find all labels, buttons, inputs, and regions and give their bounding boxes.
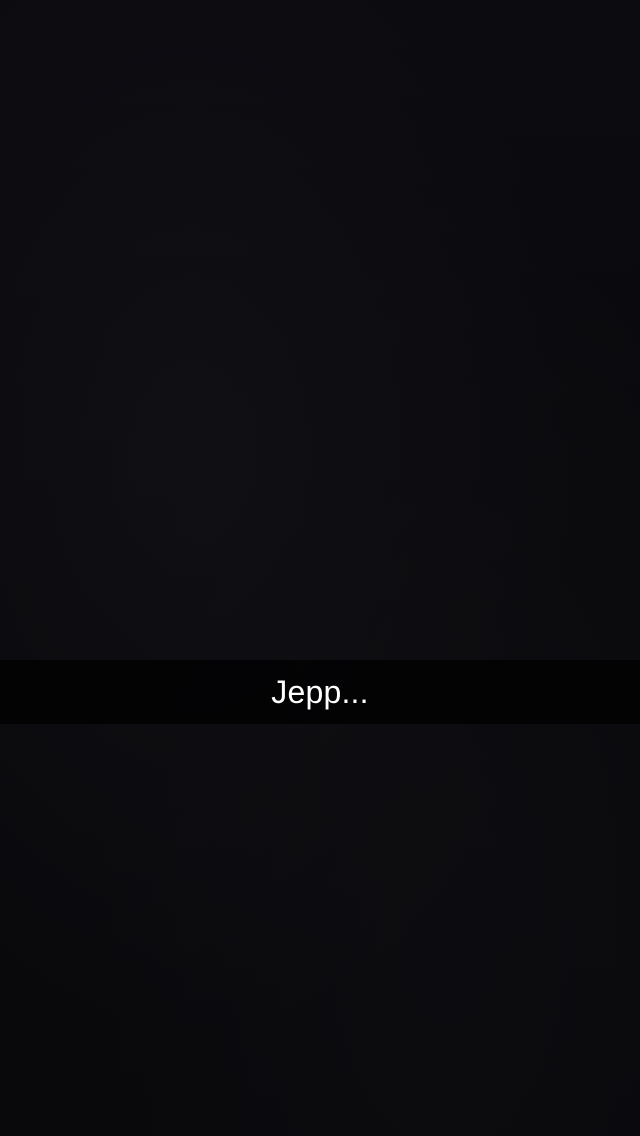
caption-bar[interactable]: Jepp... [0, 660, 640, 724]
dark-photo-background [0, 0, 640, 1136]
caption-text: Jepp... [271, 674, 369, 710]
